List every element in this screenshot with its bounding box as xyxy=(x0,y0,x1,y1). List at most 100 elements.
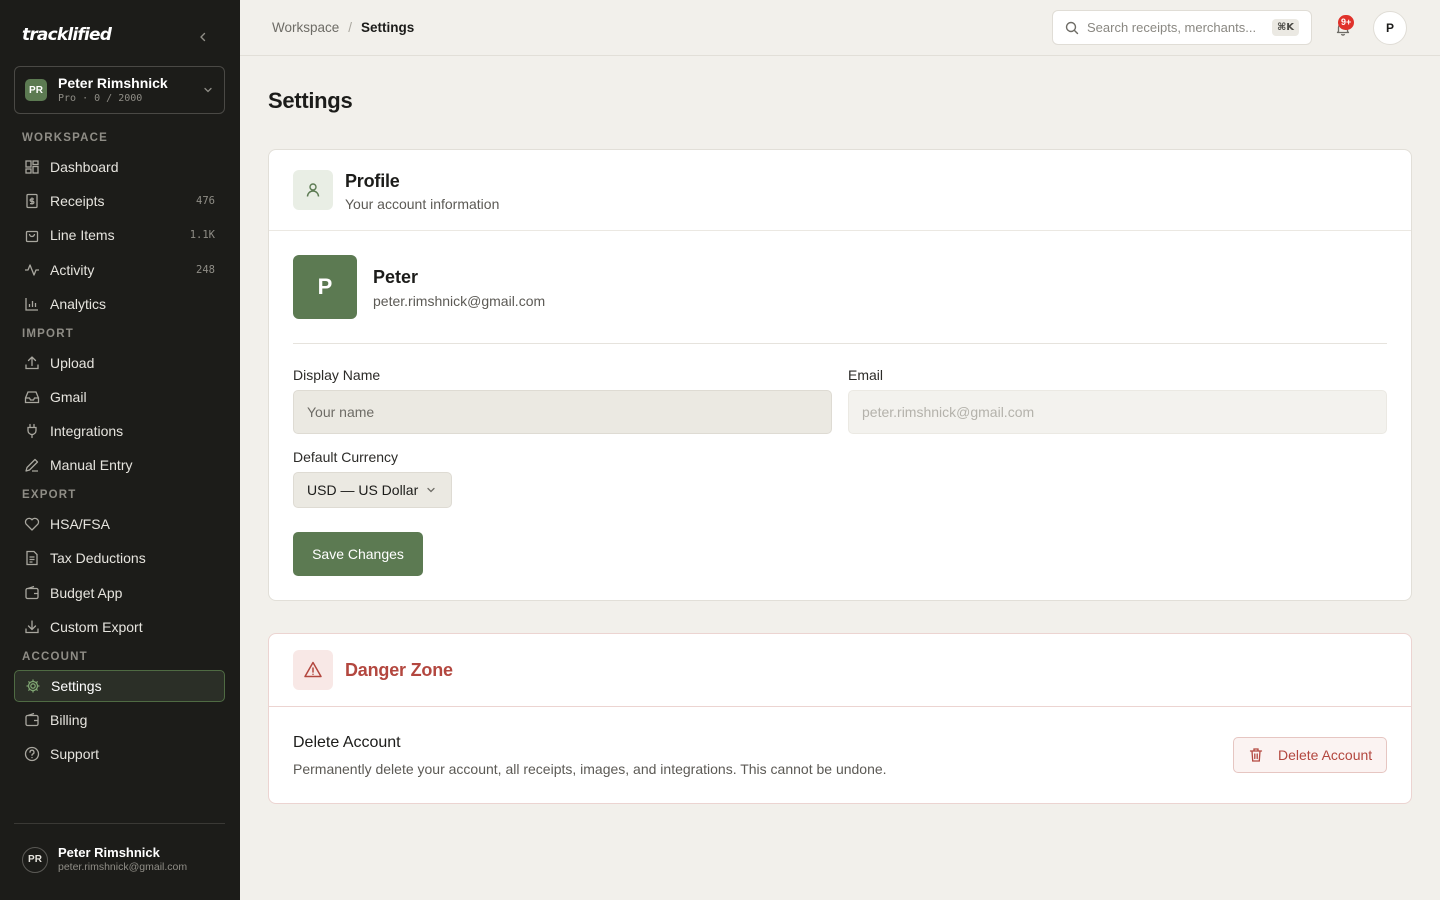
upload-icon xyxy=(24,355,40,371)
delete-account-description: Permanently delete your account, all rec… xyxy=(293,761,887,777)
sidebar-item-activity[interactable]: Activity 248 xyxy=(14,254,225,286)
display-name-field[interactable] xyxy=(293,390,832,434)
breadcrumb-current: Settings xyxy=(361,20,415,35)
breadcrumb-workspace[interactable]: Workspace xyxy=(272,20,339,35)
user-name: Peter Rimshnick xyxy=(58,845,160,860)
sidebar-item-budget-app[interactable]: Budget App xyxy=(14,577,225,609)
sidebar-item-upload[interactable]: Upload xyxy=(14,347,225,379)
search-box[interactable]: ⌘K xyxy=(1052,10,1312,45)
activity-icon xyxy=(24,262,40,278)
plug-icon xyxy=(24,423,40,439)
currency-value: USD — US Dollar xyxy=(307,482,419,498)
chevron-down-icon xyxy=(427,487,435,493)
line-items-count: 1.1K xyxy=(189,229,215,241)
save-button[interactable]: Save Changes xyxy=(293,532,423,576)
profile-card-subtitle: Your account information xyxy=(345,196,500,212)
section-label-workspace: WORKSPACE xyxy=(22,132,108,144)
section-label-import: IMPORT xyxy=(22,328,74,340)
topbar: Workspace / Settings ⌘K 9+ P xyxy=(240,0,1440,56)
email-label: Email xyxy=(848,367,884,383)
shortcut-hint: ⌘K xyxy=(1271,19,1299,36)
sidebar-item-support[interactable]: Support xyxy=(14,738,225,770)
sidebar-item-analytics[interactable]: Analytics xyxy=(14,288,225,320)
sidebar-item-label: Activity xyxy=(50,262,95,278)
sidebar-item-label: Custom Export xyxy=(50,619,143,635)
sidebar-item-label: Budget App xyxy=(50,585,123,601)
currency-select[interactable]: USD — US Dollar xyxy=(293,472,452,508)
sidebar-item-settings[interactable]: Settings xyxy=(14,670,225,702)
sidebar-item-label: Manual Entry xyxy=(50,457,133,473)
document-icon xyxy=(24,550,40,566)
sidebar-item-gmail[interactable]: Gmail xyxy=(14,381,225,413)
sidebar-item-label: Gmail xyxy=(50,389,87,405)
heart-icon xyxy=(24,516,40,532)
sidebar: tracklified PR Peter Rimshnick Pro · 0 /… xyxy=(0,0,240,900)
sidebar-item-billing[interactable]: Billing xyxy=(14,704,225,736)
gear-icon xyxy=(25,678,41,694)
trash-icon xyxy=(1249,748,1263,762)
sidebar-item-label: Dashboard xyxy=(50,159,119,175)
inbox-icon xyxy=(24,389,40,405)
sidebar-item-hsa-fsa[interactable]: HSA/FSA xyxy=(14,508,225,540)
profile-card-title: Profile xyxy=(345,171,400,191)
account-avatar: PR xyxy=(25,79,47,101)
profile-icon-box xyxy=(293,170,333,210)
sidebar-divider xyxy=(14,823,225,824)
collapse-sidebar-button[interactable] xyxy=(192,26,214,48)
sidebar-item-line-items[interactable]: Line Items 1.1K xyxy=(14,219,225,251)
notification-badge: 9+ xyxy=(1338,15,1355,30)
sidebar-item-label: Receipts xyxy=(50,193,105,209)
account-plan: Pro · 0 / 2000 xyxy=(58,93,143,104)
page-title: Settings xyxy=(268,88,353,113)
sidebar-item-manual-entry[interactable]: Manual Entry xyxy=(14,449,225,481)
sidebar-item-label: Billing xyxy=(50,712,88,728)
danger-zone-title: Danger Zone xyxy=(345,660,453,680)
activity-count: 248 xyxy=(196,264,215,276)
sidebar-item-label: Integrations xyxy=(50,423,124,439)
wallet-icon xyxy=(24,585,40,601)
sidebar-item-integrations[interactable]: Integrations xyxy=(14,415,225,447)
account-name: Peter Rimshnick xyxy=(58,75,168,91)
display-name-label: Display Name xyxy=(293,367,381,383)
sidebar-item-custom-export[interactable]: Custom Export xyxy=(14,611,225,643)
chevron-left-icon xyxy=(200,32,206,42)
section-label-account: ACCOUNT xyxy=(22,651,88,663)
sidebar-item-label: Support xyxy=(50,746,100,762)
sidebar-item-label: Tax Deductions xyxy=(50,550,146,566)
avatar: PR xyxy=(22,846,48,873)
search-input[interactable] xyxy=(1087,20,1267,35)
sidebar-item-label: Line Items xyxy=(50,227,115,243)
warning-icon-box xyxy=(293,650,333,690)
receipts-count: 476 xyxy=(196,195,215,207)
bar-chart-icon xyxy=(24,296,40,312)
help-circle-icon xyxy=(24,746,40,762)
download-icon xyxy=(24,619,40,635)
sidebar-item-label: HSA/FSA xyxy=(50,516,110,532)
user-icon xyxy=(306,183,320,197)
breadcrumb-separator: / xyxy=(348,20,353,35)
delete-account-label: Delete Account xyxy=(1278,747,1373,763)
profile-name: Peter xyxy=(373,267,419,287)
logo-text: tracklified xyxy=(22,25,112,45)
delete-account-title: Delete Account xyxy=(293,734,401,751)
user-footer[interactable]: PR Peter Rimshnick peter.rimshnick@gmail… xyxy=(22,845,187,874)
delete-account-button[interactable]: Delete Account xyxy=(1233,737,1387,773)
section-label-export: EXPORT xyxy=(22,489,77,501)
user-avatar-button[interactable]: P xyxy=(1373,11,1407,45)
pencil-icon xyxy=(24,457,40,473)
warning-icon xyxy=(304,661,322,678)
sidebar-item-dashboard[interactable]: Dashboard xyxy=(14,151,225,183)
profile-email: peter.rimshnick@gmail.com xyxy=(373,293,546,309)
search-icon xyxy=(1065,21,1079,34)
danger-zone-header: Danger Zone xyxy=(269,634,1411,707)
profile-card-header: Profile Your account information xyxy=(269,150,1411,231)
sidebar-item-label: Upload xyxy=(50,355,95,371)
sidebar-item-label: Analytics xyxy=(50,296,107,312)
user-email: peter.rimshnick@gmail.com xyxy=(58,861,188,873)
sidebar-item-tax-deductions[interactable]: Tax Deductions xyxy=(14,542,225,574)
chevron-down-icon xyxy=(204,87,212,93)
sidebar-item-receipts[interactable]: Receipts 476 xyxy=(14,185,225,217)
danger-zone-card: Danger Zone Delete Account Permanently d… xyxy=(268,633,1412,804)
account-switcher[interactable]: PR Peter Rimshnick Pro · 0 / 2000 xyxy=(14,66,225,114)
logo[interactable]: tracklified xyxy=(22,22,112,48)
